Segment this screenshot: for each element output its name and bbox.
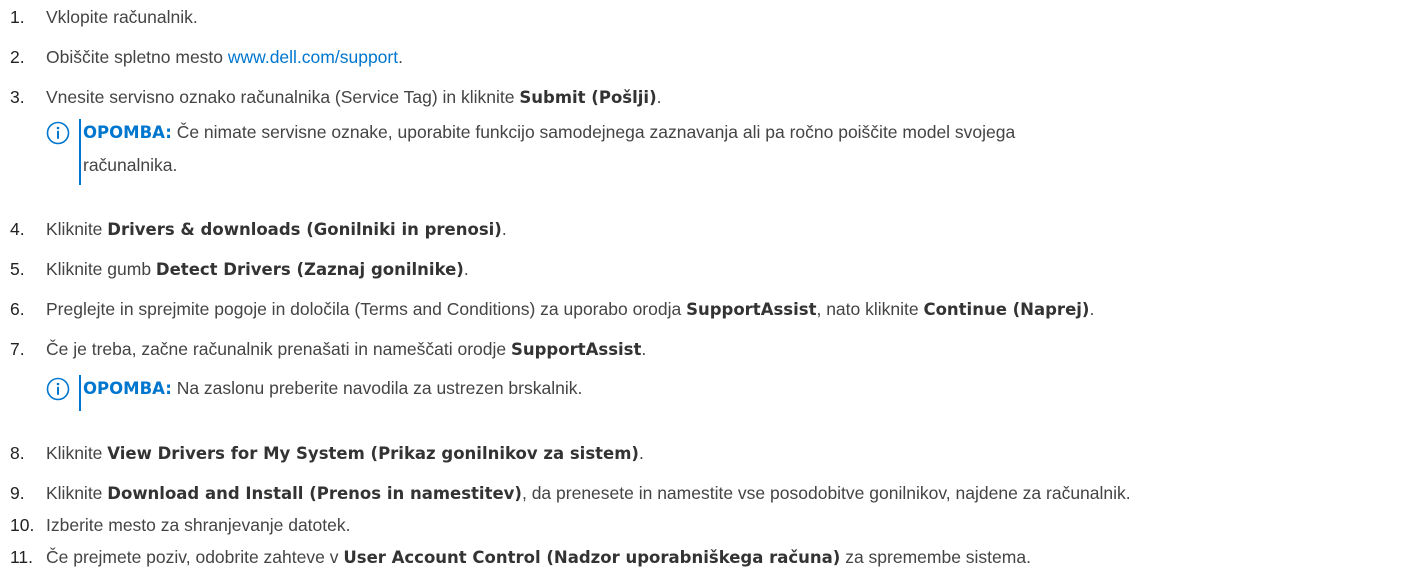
note-divider xyxy=(79,119,81,185)
note-label: OPOMBA: xyxy=(83,379,172,398)
step-number: 2. xyxy=(10,47,25,67)
step-10: 10. Izberite mesto za shranjevanje datot… xyxy=(10,512,1407,538)
step-text: Kliknite View Drivers for My System (Pri… xyxy=(46,443,644,463)
info-circle-icon xyxy=(46,377,70,401)
info-circle-icon xyxy=(46,121,70,145)
step-text: Kliknite Download and Install (Prenos in… xyxy=(46,483,1131,503)
step-number: 10. xyxy=(10,515,35,535)
step-6: 6. Preglejte in sprejmite pogoje in dolo… xyxy=(10,296,1407,322)
step-number: 4. xyxy=(10,219,25,239)
step-text: Vnesite servisno oznako računalnika (Ser… xyxy=(46,87,662,107)
step-number: 8. xyxy=(10,443,25,463)
step-text: Če je treba, začne računalnik prenašati … xyxy=(46,339,647,359)
step-text: Izberite mesto za shranjevanje datotek. xyxy=(46,515,351,535)
step-2: 2. Obiščite spletno mesto www.dell.com/s… xyxy=(10,44,1407,70)
step-8: 8. Kliknite View Drivers for My System (… xyxy=(10,440,1407,466)
step-number: 7. xyxy=(10,339,25,359)
note-box: OPOMBA: Če nimate servisne oznake, upora… xyxy=(46,116,1407,188)
step-text: Kliknite gumb Detect Drivers (Zaznaj gon… xyxy=(46,259,469,279)
step-text: Vklopite računalnik. xyxy=(46,7,198,27)
step-number: 11. xyxy=(10,547,34,567)
step-number: 3. xyxy=(10,87,25,107)
note-divider xyxy=(79,375,81,411)
step-text: Kliknite Drivers & downloads (Gonilniki … xyxy=(46,219,507,239)
note-box: OPOMBA: Na zaslonu preberite navodila za… xyxy=(46,372,1407,412)
step-7: 7. Če je treba, začne računalnik prenaša… xyxy=(10,336,1407,362)
step-4: 4. Kliknite Drivers & downloads (Gonilni… xyxy=(10,216,1407,242)
step-number: 9. xyxy=(10,483,25,503)
step-9: 9. Kliknite Download and Install (Prenos… xyxy=(10,480,1407,506)
step-1: 1. Vklopite računalnik. xyxy=(10,4,1407,30)
step-text: Če prejmete poziv, odobrite zahteve v Us… xyxy=(46,547,1031,567)
note-text: OPOMBA: Na zaslonu preberite navodila za… xyxy=(83,378,583,398)
step-5: 5. Kliknite gumb Detect Drivers (Zaznaj … xyxy=(10,256,1407,282)
step-number: 6. xyxy=(10,299,25,319)
step-number: 1. xyxy=(10,7,25,27)
step-text: Preglejte in sprejmite pogoje in določil… xyxy=(46,299,1095,319)
step-11: 11. Če prejmete poziv, odobrite zahteve … xyxy=(10,544,1407,570)
step-text: Obiščite spletno mesto www.dell.com/supp… xyxy=(46,47,403,67)
step-3: 3. Vnesite servisno oznako računalnika (… xyxy=(10,84,1407,110)
step-number: 5. xyxy=(10,259,25,279)
note-label: OPOMBA: xyxy=(83,123,172,142)
note-text: OPOMBA: Če nimate servisne oznake, upora… xyxy=(83,122,1016,175)
support-link[interactable]: www.dell.com/support xyxy=(228,47,398,67)
